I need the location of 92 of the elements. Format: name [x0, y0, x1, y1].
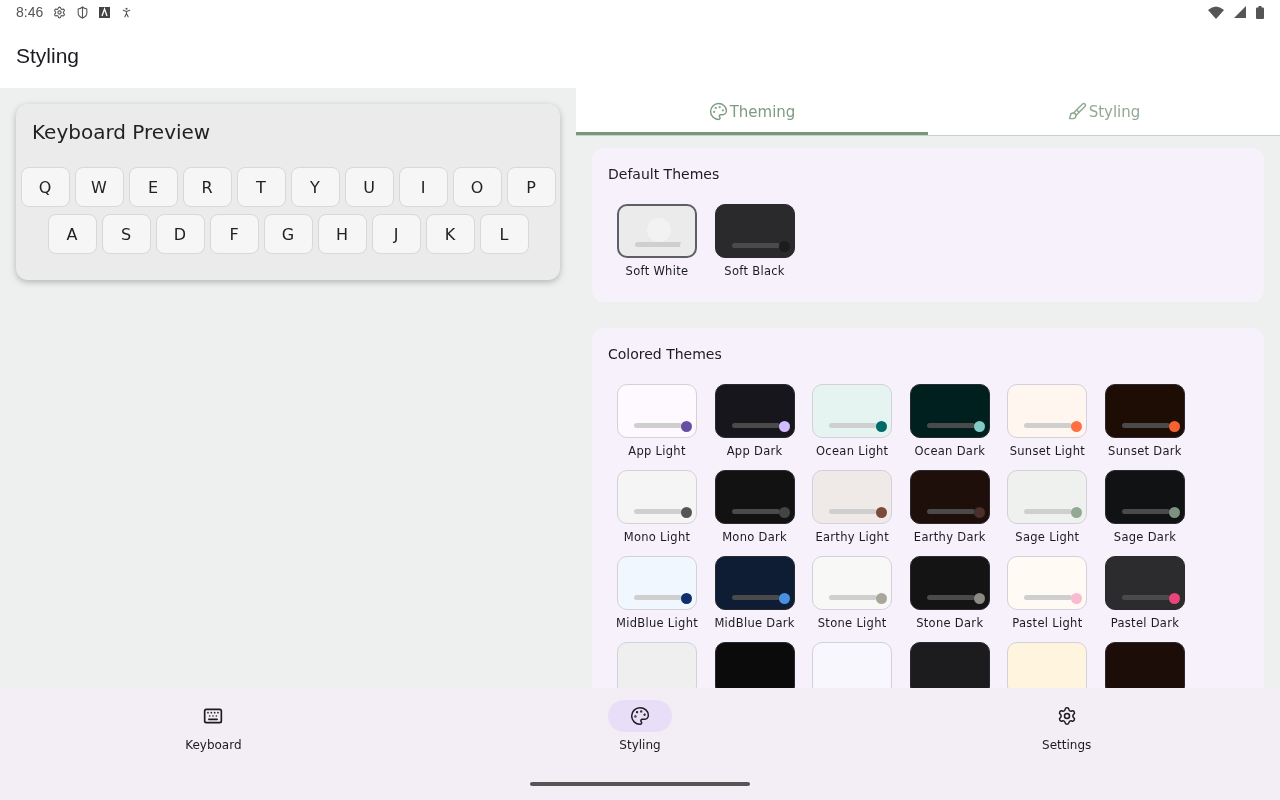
section-title: Colored Themes — [608, 346, 723, 362]
theme-swatch[interactable] — [714, 556, 795, 610]
theme-name: Earthy Light — [815, 530, 889, 544]
keyboard-key[interactable]: L — [479, 214, 529, 254]
theme-swatch[interactable] — [617, 204, 697, 258]
section-title: Default Themes — [608, 166, 721, 182]
theme-name: MidBlue Light — [615, 616, 699, 630]
wifi-icon — [1208, 5, 1224, 19]
theme-name: Mono Dark — [722, 530, 788, 544]
preview-bar — [731, 595, 780, 600]
preview-bar — [1121, 509, 1170, 514]
theme-name: Sage Light — [1015, 530, 1080, 544]
app-bar-title: Styling — [16, 44, 80, 68]
keyboard-key[interactable]: K — [425, 214, 475, 254]
keyboard-key[interactable]: F — [209, 214, 259, 254]
preview-bar — [1024, 423, 1073, 428]
keyboard-key[interactable]: S — [101, 214, 151, 254]
keyboard-key[interactable]: D — [155, 214, 205, 254]
theme-name: Earthy Dark — [913, 530, 986, 544]
palette-icon — [708, 102, 728, 121]
theme-swatch[interactable] — [1104, 470, 1185, 524]
battery-icon — [1256, 5, 1264, 19]
theme-swatch[interactable] — [909, 470, 990, 524]
keyboard-key[interactable]: O — [452, 167, 502, 207]
keyboard-key[interactable]: E — [128, 167, 178, 207]
theme-name: Stone Light — [817, 616, 887, 630]
theme-name: Ocean Light — [815, 444, 889, 458]
preview-bar — [926, 595, 975, 600]
theme-name: Ocean Dark — [914, 444, 986, 458]
preview-bar — [731, 423, 780, 428]
preview-bar — [634, 595, 682, 600]
keyboard-key[interactable]: Q — [20, 167, 70, 207]
signal-icon — [1234, 6, 1246, 18]
theme-swatch[interactable] — [909, 642, 990, 688]
theme-name: Sunset Light — [1009, 444, 1086, 458]
nav-item[interactable]: Settings — [853, 688, 1280, 800]
theme-swatch[interactable] — [1104, 556, 1185, 610]
keyboard-key[interactable]: T — [236, 167, 286, 207]
preview-bar — [1121, 595, 1170, 600]
preview-bar — [731, 243, 780, 248]
theme-swatch[interactable] — [909, 384, 990, 438]
brush-icon — [1067, 102, 1087, 121]
keyboard-key[interactable]: A — [47, 214, 97, 254]
theme-name: Sunset Dark — [1108, 444, 1182, 458]
shield-icon — [76, 5, 90, 19]
keyboard-key[interactable]: G — [263, 214, 313, 254]
theme-name: App Light — [628, 444, 686, 458]
theme-swatch[interactable] — [714, 204, 795, 258]
preview-bar — [829, 509, 878, 514]
theme-name: App Dark — [726, 444, 783, 458]
palette-icon — [630, 706, 650, 726]
keyboard-key[interactable]: P — [506, 167, 556, 207]
theme-swatch[interactable] — [909, 556, 990, 610]
keyboard-key[interactable]: I — [398, 167, 448, 207]
keyboard-key[interactable]: W — [74, 167, 124, 207]
theme-swatch[interactable] — [714, 642, 795, 688]
preview-bar — [635, 242, 683, 247]
theme-swatch[interactable] — [1104, 642, 1185, 688]
keyboard-key[interactable]: Y — [290, 167, 340, 207]
preview-bar — [634, 509, 682, 514]
keyboard-icon — [203, 706, 224, 726]
keyboard-key[interactable]: H — [317, 214, 367, 254]
keyboard-key[interactable]: J — [371, 214, 421, 254]
preview-bar — [1121, 423, 1170, 428]
theme-swatch[interactable] — [714, 384, 795, 438]
theme-name: MidBlue Dark — [714, 616, 795, 630]
keyboard-key[interactable]: R — [182, 167, 232, 207]
theme-name: Soft White — [625, 264, 689, 278]
theme-name: Pastel Light — [1012, 616, 1083, 630]
preview-bar — [634, 423, 682, 428]
theme-name: Mono Light — [623, 530, 691, 544]
preview-bar — [829, 595, 878, 600]
theme-name: Pastel Dark — [1110, 616, 1180, 630]
theme-name: Sage Dark — [1113, 530, 1177, 544]
preview-bar — [926, 509, 975, 514]
preview-bar — [1024, 509, 1073, 514]
theme-swatch[interactable] — [1104, 384, 1185, 438]
preview-bar — [926, 423, 975, 428]
theme-swatch[interactable] — [714, 470, 795, 524]
preview-bar — [829, 423, 878, 428]
nav-item[interactable]: Keyboard — [0, 688, 427, 800]
preview-title: Keyboard Preview — [31, 120, 212, 146]
theme-name: Soft Black — [724, 264, 785, 278]
settings-icon — [53, 5, 67, 19]
keyboard-key[interactable]: U — [344, 167, 394, 207]
check-circle-icon — [647, 218, 671, 242]
app-icon — [99, 6, 111, 18]
theme-name: Stone Dark — [916, 616, 984, 630]
preview-bar — [731, 509, 780, 514]
preview-bar — [1024, 595, 1073, 600]
settings-icon — [1056, 706, 1077, 726]
status-time: 8:46 — [16, 4, 44, 20]
